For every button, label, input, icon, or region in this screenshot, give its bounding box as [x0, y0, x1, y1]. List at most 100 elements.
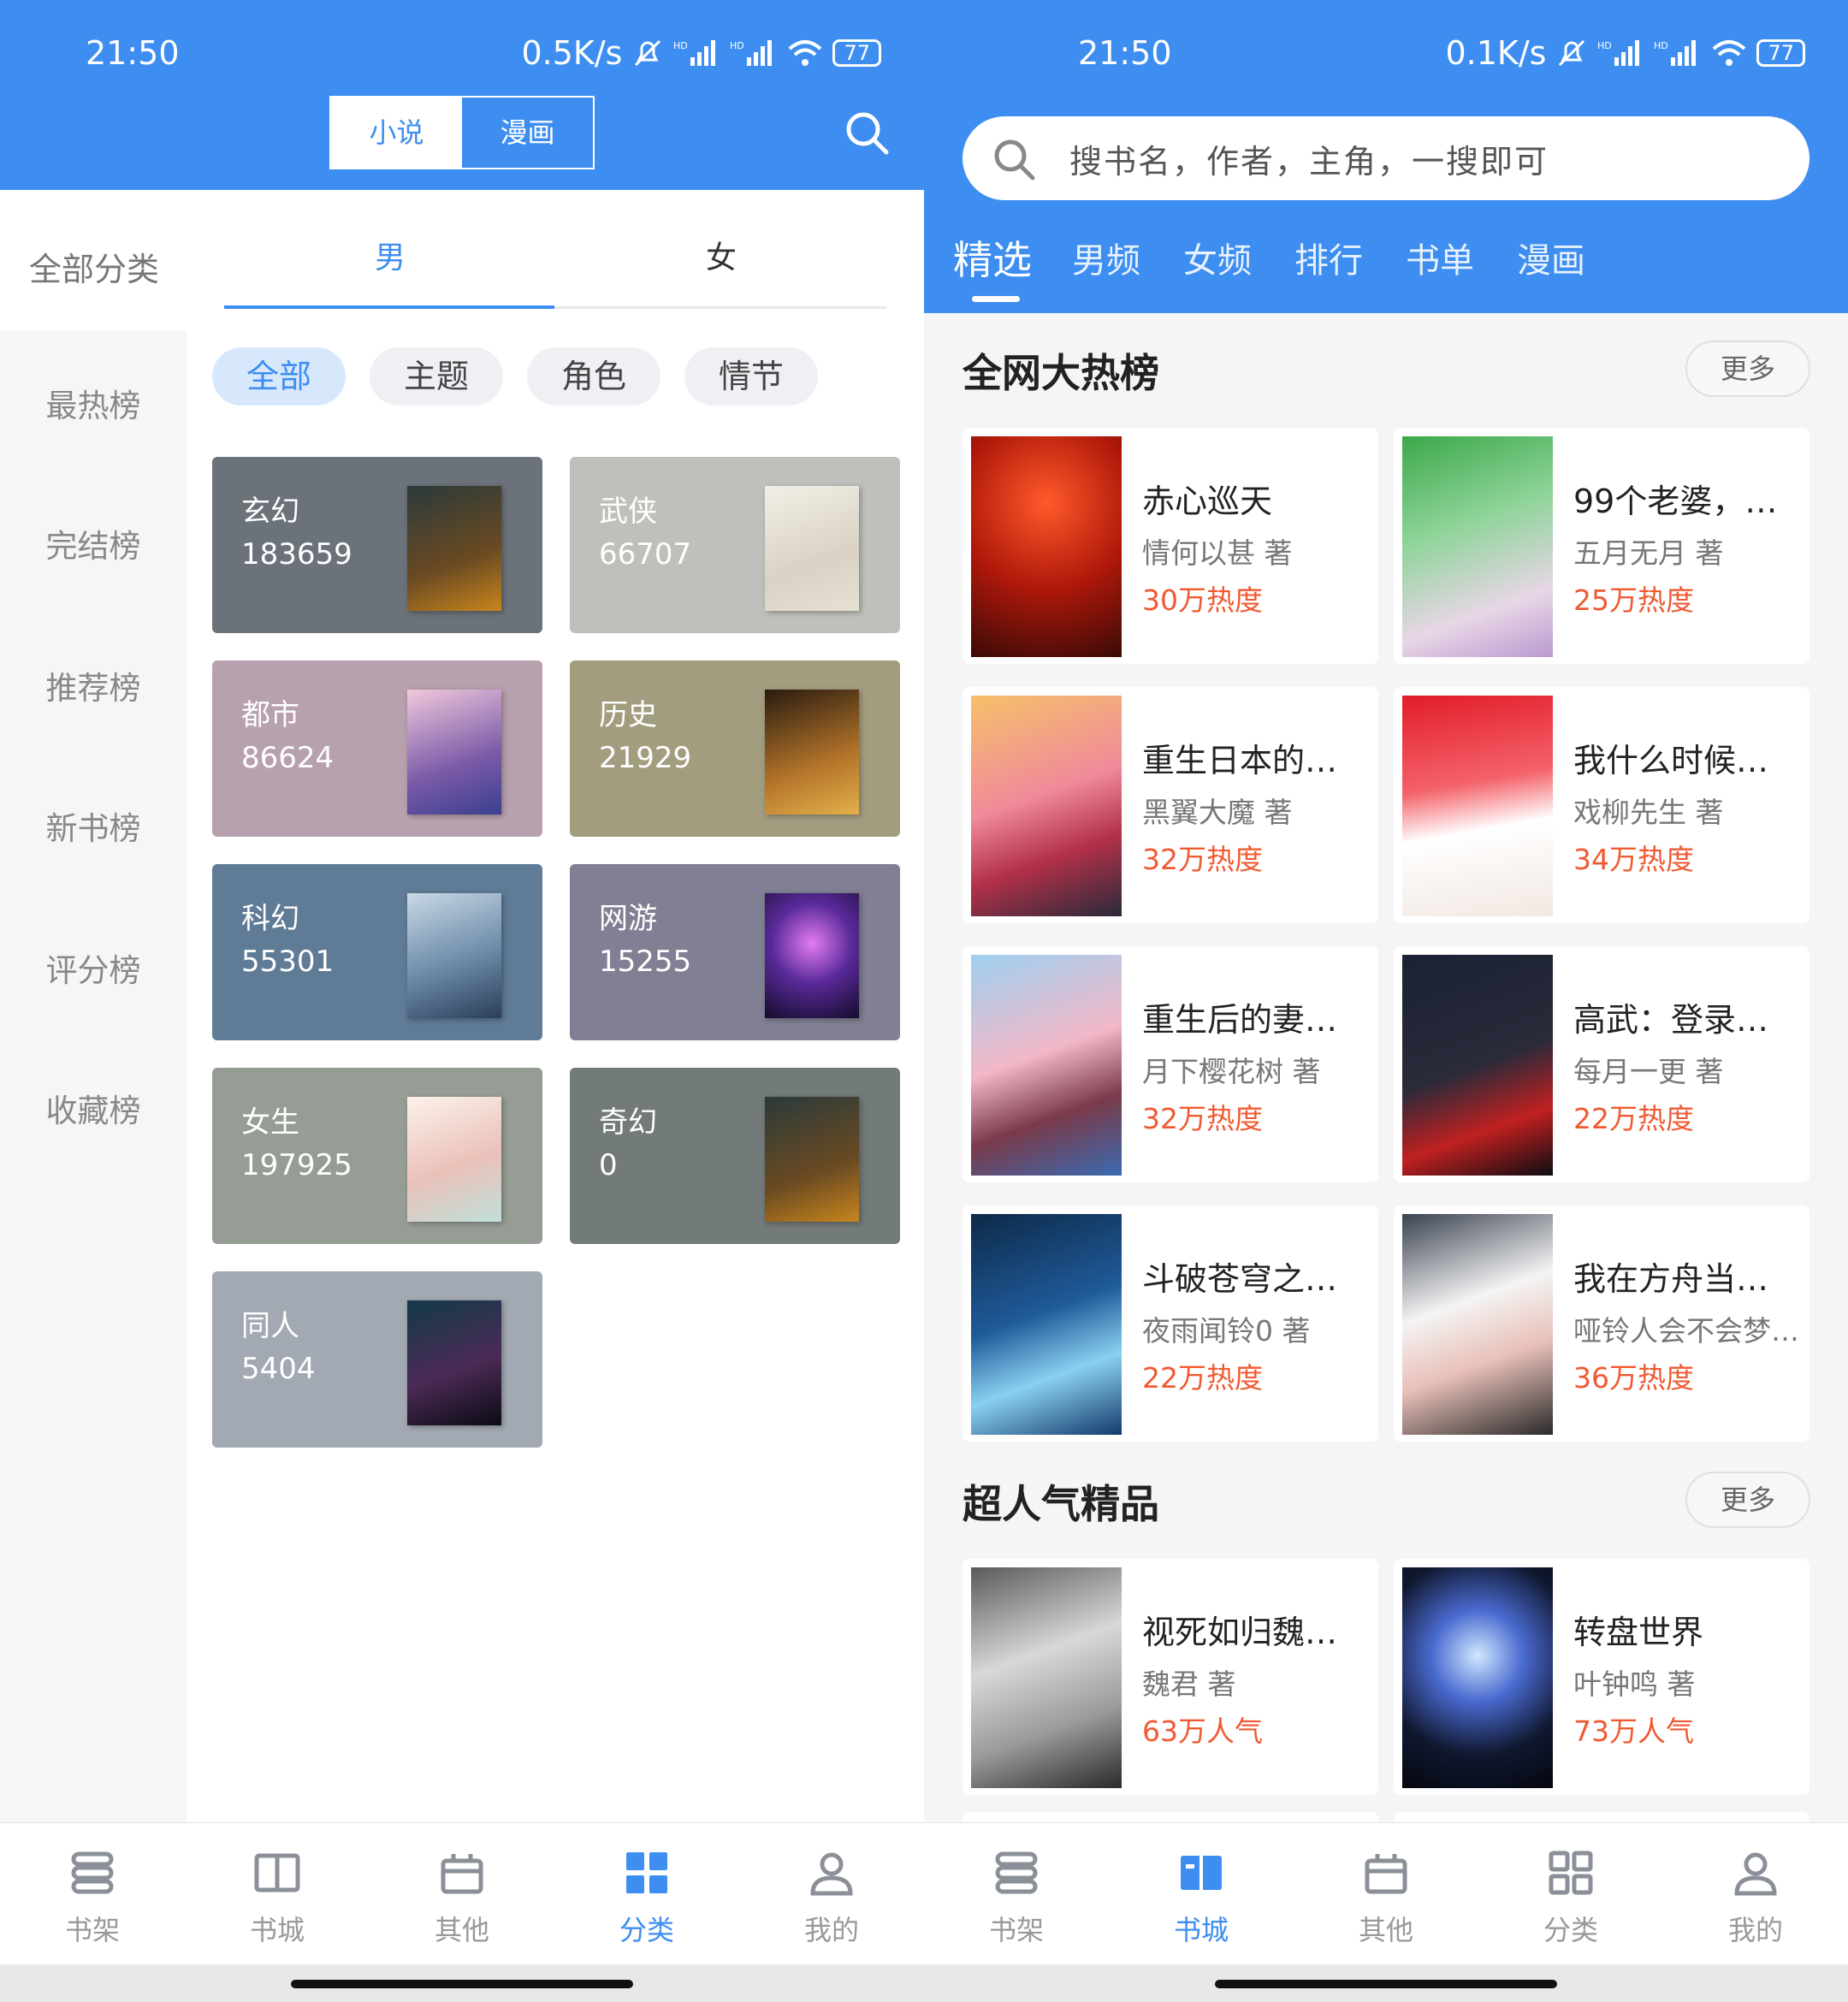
status-bar: 21:50 0.5K/s HD HD 77 [0, 0, 924, 94]
toggle-novel[interactable]: 小说 [331, 98, 462, 168]
toggle-comic[interactable]: 漫画 [462, 98, 593, 168]
home-indicator[interactable] [1215, 1980, 1557, 1988]
book-title: 重生日本的… [1142, 742, 1338, 779]
book-card[interactable]: 我在方舟当… 哑铃人会不会梦… 36万热度 [1394, 1205, 1810, 1442]
book-title: 视死如归魏… [1142, 1614, 1338, 1651]
category-card-kehuan[interactable]: 科幻 55301 [212, 864, 542, 1040]
nav-bookshelf[interactable]: 书架 [0, 1823, 185, 1965]
more-button[interactable]: 更多 [1685, 1472, 1810, 1528]
book-author: 戏柳先生 著 [1573, 796, 1724, 829]
category-screen: 21:50 0.5K/s HD HD 77 小说 漫画 全部分类 男 女 最热榜… [0, 0, 924, 2002]
category-card-xuanhuan[interactable]: 玄幻 183659 [212, 457, 542, 633]
book-heat: 25万热度 [1573, 583, 1694, 617]
book-author: 五月无月 著 [1573, 536, 1724, 570]
chip-all[interactable]: 全部 [212, 347, 346, 406]
category-card-lishi[interactable]: 历史 21929 [570, 660, 900, 837]
book-card[interactable]: 99个老婆，… 五月无月 著 25万热度 [1394, 428, 1810, 664]
book-card[interactable]: 重生后的妻… 月下樱花树 著 32万热度 [962, 946, 1378, 1182]
chip-theme[interactable]: 主题 [370, 347, 503, 406]
nav-label: 书城 [249, 1914, 305, 1946]
nav-category[interactable]: 分类 [1478, 1823, 1663, 1965]
category-count: 197925 [241, 1148, 352, 1182]
sidebar-item-rating[interactable]: 评分榜 [0, 945, 187, 991]
nav-bookstore[interactable]: 书城 [185, 1823, 370, 1965]
tab-comic[interactable]: 漫画 [1517, 233, 1585, 282]
status-time: 21:50 [1078, 34, 1172, 72]
nav-bookstore[interactable]: 书城 [1109, 1823, 1294, 1965]
sidebar-item-new[interactable]: 新书榜 [0, 803, 187, 849]
book-cover [1402, 696, 1553, 916]
category-count: 5404 [241, 1352, 316, 1386]
sidebar-item-favorites[interactable]: 收藏榜 [0, 1085, 187, 1131]
sidebar-item-recommended[interactable]: 推荐榜 [0, 662, 187, 708]
book-cover [407, 690, 501, 814]
book-cover [971, 1214, 1122, 1435]
sidebar-item-hottest[interactable]: 最热榜 [0, 380, 187, 426]
tab-female[interactable]: 女频 [1183, 233, 1252, 282]
book-card[interactable]: 重生日本的… 黑翼大魔 著 32万热度 [962, 687, 1378, 923]
tab-booklist[interactable]: 书单 [1406, 233, 1474, 282]
nav-other[interactable]: 其他 [1294, 1823, 1478, 1965]
category-card-wuxia[interactable]: 武侠 66707 [570, 457, 900, 633]
book-card[interactable]: 斗破苍穹之… 夜雨闻铃0 著 22万热度 [962, 1205, 1378, 1442]
category-count: 86624 [241, 741, 335, 775]
mute-icon [1559, 39, 1585, 67]
sidebar-item-finished[interactable]: 完结榜 [0, 520, 187, 566]
gift-icon [441, 1854, 483, 1894]
book-popularity: 63万人气 [1142, 1715, 1263, 1748]
nav-category[interactable]: 分类 [554, 1823, 739, 1965]
nav-other[interactable]: 其他 [370, 1823, 554, 1965]
category-card-nvsheng[interactable]: 女生 197925 [212, 1068, 542, 1244]
book-card[interactable]: 赤心巡天 情何以甚 著 30万热度 [962, 428, 1378, 664]
tab-featured[interactable]: 精选 [953, 229, 1032, 286]
home-indicator[interactable] [291, 1980, 633, 1988]
chip-role[interactable]: 角色 [527, 347, 660, 406]
category-card-qihuan[interactable]: 奇幻 0 [570, 1068, 900, 1244]
category-content: 全部 主题 角色 情节 玄幻 183659 武侠 66707 都市 86624 … [187, 330, 924, 1822]
nav-mine[interactable]: 我的 [1663, 1823, 1848, 1965]
tab-male[interactable]: 男 [375, 233, 406, 277]
battery-icon: 77 [1756, 39, 1805, 67]
book-title: 我在方舟当… [1573, 1260, 1769, 1298]
book-title: 高武：登录… [1573, 1001, 1769, 1039]
all-categories-label: 全部分类 [29, 251, 160, 288]
category-count: 183659 [241, 537, 352, 572]
book-heat: 32万热度 [1142, 1102, 1263, 1135]
search-icon[interactable] [844, 110, 890, 156]
book-cover [1402, 1567, 1553, 1788]
more-button[interactable]: 更多 [1685, 341, 1810, 397]
tab-male[interactable]: 男频 [1072, 233, 1140, 282]
svg-text:HD: HD [730, 40, 744, 51]
book-title: 转盘世界 [1573, 1614, 1704, 1651]
section-title-hot: 全网大热榜 [962, 350, 1159, 396]
signal-icon: HD [1654, 40, 1697, 66]
status-bar: 21:50 0.1K/s HD HD 77 [924, 0, 1848, 94]
book-card[interactable]: 高武：登录… 每月一更 著 22万热度 [1394, 946, 1810, 1182]
category-count: 15255 [599, 945, 692, 979]
nav-label: 书城 [1173, 1914, 1229, 1946]
book-author: 魏君 著 [1142, 1667, 1236, 1701]
search-input[interactable]: 搜书名，作者，主角，一搜即可 [962, 116, 1810, 200]
book-heat: 34万热度 [1573, 843, 1694, 876]
chip-plot[interactable]: 情节 [684, 347, 818, 406]
book-card[interactable]: 转盘世界 叶钟鸣 著 73万人气 [1394, 1559, 1810, 1795]
category-card-dushi[interactable]: 都市 86624 [212, 660, 542, 837]
tab-ranking[interactable]: 排行 [1294, 233, 1363, 282]
nav-bookshelf[interactable]: 书架 [924, 1823, 1109, 1965]
book-card[interactable]: 我什么时候… 戏柳先生 著 34万热度 [1394, 687, 1810, 923]
category-name: 奇幻 [599, 1105, 657, 1140]
book-cover [971, 696, 1122, 916]
category-card-tongren[interactable]: 同人 5404 [212, 1271, 542, 1448]
category-name: 都市 [241, 698, 299, 732]
nav-mine[interactable]: 我的 [739, 1823, 924, 1965]
book-card[interactable]: 视死如归魏… 魏君 著 63万人气 [962, 1559, 1378, 1795]
gesture-bar [0, 1964, 924, 2002]
bookstore-screen: 21:50 0.1K/s HD HD 77 搜书名，作者，主角，一搜即可 精选 … [924, 0, 1848, 2002]
category-card-wangyou[interactable]: 网游 15255 [570, 864, 900, 1040]
grid-icon [626, 1852, 667, 1893]
user-icon [810, 1852, 853, 1896]
status-time: 21:50 [86, 34, 180, 72]
nav-label: 书架 [64, 1914, 120, 1946]
tab-female[interactable]: 女 [706, 233, 737, 277]
section-title-popular: 超人气精品 [962, 1481, 1159, 1527]
